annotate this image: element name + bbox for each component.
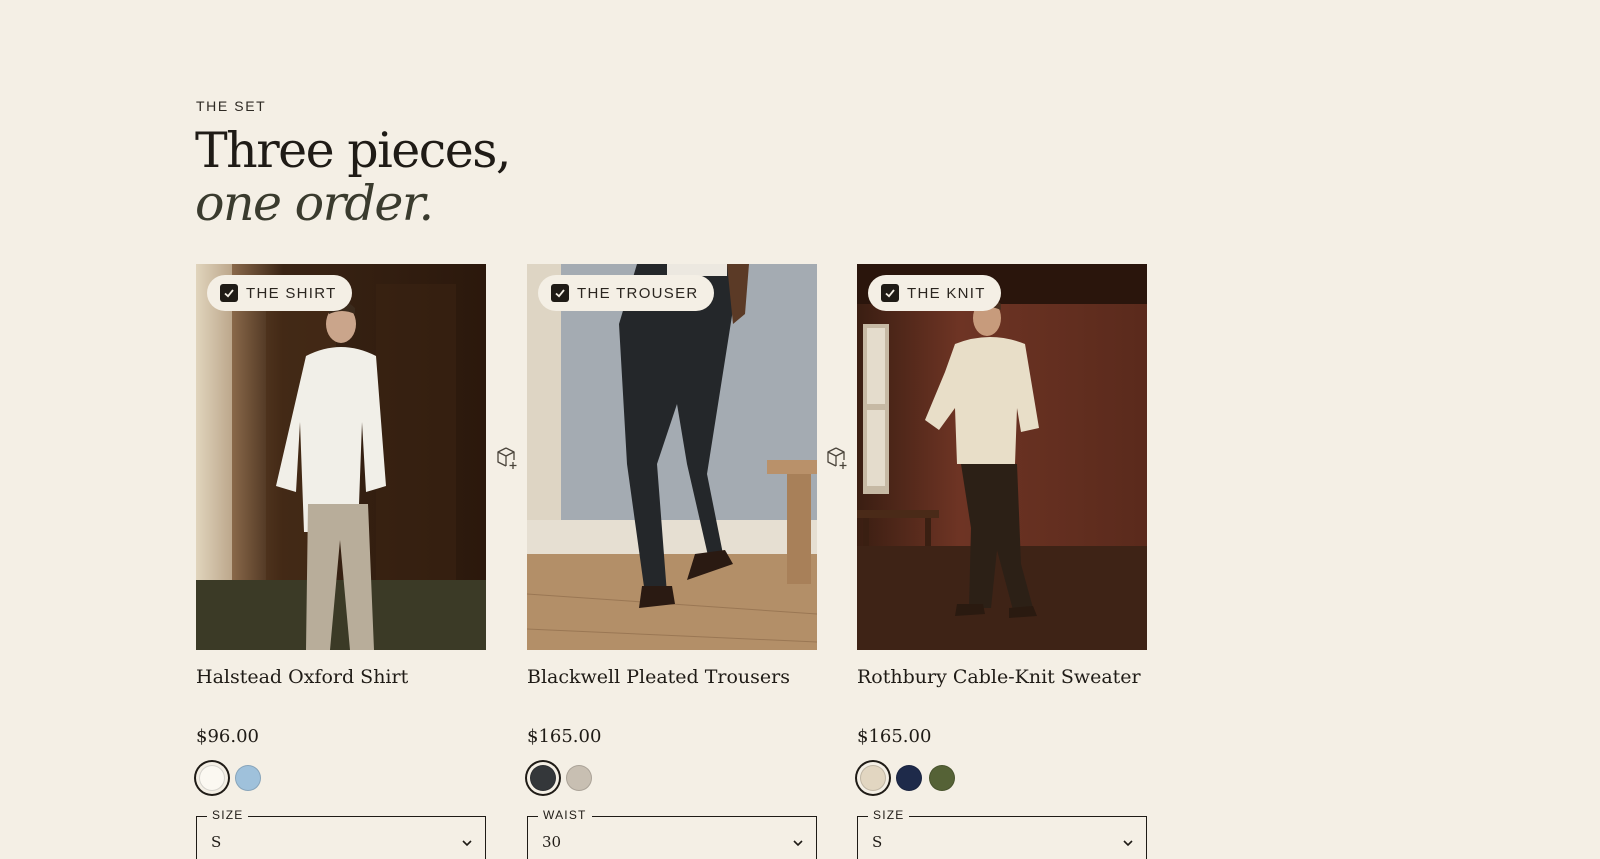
tag-the-trouser[interactable]: THE TROUSER [538, 275, 714, 311]
box-plus-icon [827, 447, 847, 469]
size-select[interactable]: SIZE S [857, 808, 1147, 859]
chevron-down-icon [793, 840, 803, 847]
product-photo-shirt[interactable]: THE SHIRT [196, 264, 486, 650]
product-price: $165.00 [527, 726, 602, 747]
product-card-trouser: THE TROUSER Blackwell Pleated Trousers $… [527, 264, 817, 859]
check-icon[interactable] [881, 284, 899, 302]
swatch-navy[interactable] [896, 765, 922, 791]
size-select[interactable]: SIZE S [196, 808, 486, 859]
check-icon[interactable] [220, 284, 238, 302]
color-swatches [857, 761, 1147, 795]
product-name[interactable]: Halstead Oxford Shirt [196, 666, 486, 688]
swatch-charcoal[interactable] [530, 765, 556, 791]
select-label: WAIST [538, 808, 592, 822]
check-icon[interactable] [551, 284, 569, 302]
select-value: S [872, 833, 883, 851]
product-price: $96.00 [196, 726, 259, 747]
shirt-photo-image [196, 264, 486, 650]
section-eyebrow: THE SET [196, 98, 267, 114]
color-swatches [196, 761, 486, 795]
section-headline: Three pieces, one order. [195, 122, 511, 232]
product-price: $165.00 [857, 726, 932, 747]
box-plus-icon [497, 447, 517, 469]
tag-label: THE TROUSER [577, 284, 699, 302]
select-label: SIZE [207, 808, 249, 822]
tag-label: THE SHIRT [246, 284, 337, 302]
trouser-photo-image [527, 264, 817, 650]
tag-label: THE KNIT [907, 284, 986, 302]
waist-select[interactable]: WAIST 30 [527, 808, 817, 859]
select-value: 30 [542, 833, 562, 851]
swatch-stone[interactable] [566, 765, 592, 791]
swatch-white[interactable] [199, 765, 225, 791]
product-name[interactable]: Rothbury Cable-Knit Sweater [857, 666, 1147, 688]
swatch-light-blue[interactable] [235, 765, 261, 791]
chevron-down-icon [1123, 840, 1133, 847]
select-value: S [211, 833, 222, 851]
product-card-shirt: THE SHIRT Halstead Oxford Shirt $96.00 S… [196, 264, 486, 859]
headline-line-1: Three pieces, [195, 122, 511, 179]
swatch-olive[interactable] [929, 765, 955, 791]
headline-line-2: one order. [195, 175, 434, 232]
tag-the-shirt[interactable]: THE SHIRT [207, 275, 352, 311]
swatch-cream[interactable] [860, 765, 886, 791]
product-photo-knit[interactable]: THE KNIT [857, 264, 1147, 650]
color-swatches [527, 761, 817, 795]
knit-photo-image [857, 264, 1147, 650]
product-photo-trouser[interactable]: THE TROUSER [527, 264, 817, 650]
page: THE SET Three pieces, one order. THE SHI… [0, 0, 1600, 859]
tag-the-knit[interactable]: THE KNIT [868, 275, 1001, 311]
product-name[interactable]: Blackwell Pleated Trousers [527, 666, 817, 688]
product-card-knit: THE KNIT Rothbury Cable-Knit Sweater $16… [857, 264, 1147, 859]
chevron-down-icon [462, 840, 472, 847]
select-label: SIZE [868, 808, 910, 822]
